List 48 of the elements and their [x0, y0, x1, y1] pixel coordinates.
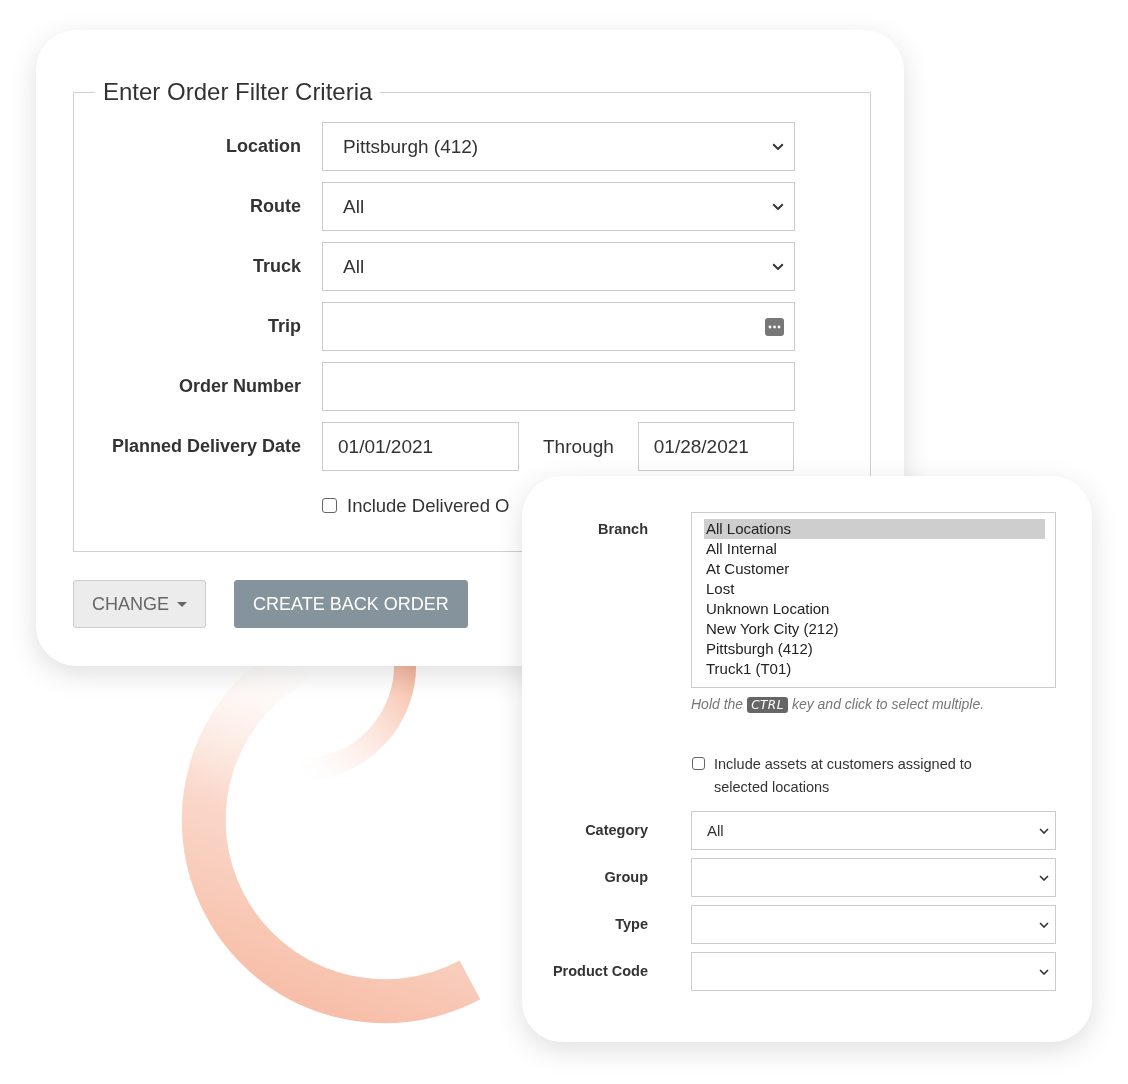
fieldset-legend: Enter Order Filter Criteria [95, 78, 381, 106]
field-label: Route [249, 196, 301, 217]
branch-listbox[interactable]: All Locations All Internal At Customer Lost Unknown Location New York City (212) Pittsburgh (412) Truck1 (T01) [691, 512, 1056, 688]
list-option[interactable]: At Customer [704, 559, 1045, 579]
chevron-down-icon [772, 262, 784, 271]
dropdown-field[interactable]: All [322, 242, 795, 291]
list-option[interactable]: All Locations [704, 519, 1045, 539]
field-label: Truck [251, 256, 301, 277]
input-field[interactable] [322, 362, 795, 411]
dropdown-field[interactable]: All [691, 811, 1056, 850]
list-option[interactable]: New York City (212) [704, 619, 1045, 639]
list-option[interactable]: Unknown Location [704, 599, 1045, 619]
dropdown-field[interactable] [691, 905, 1056, 944]
field-label: Planned Delivery Date [110, 436, 301, 457]
checkbox-label: Include Delivered O [347, 494, 510, 517]
field-label: Group [603, 868, 648, 887]
checkbox-label: Include assets at customers assigned to selected locations [714, 755, 973, 797]
help-text: Hold the CTRL key and click to select multiple. [691, 696, 986, 713]
chevron-down-icon [772, 142, 784, 151]
chevron-down-icon [1039, 874, 1049, 881]
field-label: Product Code [551, 962, 648, 981]
caret-icon [177, 601, 187, 607]
chevron-down-icon [1039, 827, 1049, 834]
lookup-field[interactable] [322, 302, 795, 351]
chevron-down-icon [772, 202, 784, 211]
dropdown-field[interactable]: Pittsburgh (412) [322, 122, 795, 171]
range-label: Through [543, 435, 614, 458]
list-option[interactable]: All Internal [704, 539, 1045, 559]
checkbox[interactable] [692, 757, 705, 770]
dropdown-field[interactable]: All [322, 182, 795, 231]
field-label: Branch [597, 520, 648, 539]
date-field[interactable]: 01/28/2021 [637, 422, 794, 471]
list-option[interactable]: Pittsburgh (412) [704, 639, 1045, 659]
field-label: Trip [267, 316, 301, 337]
field-label: Category [584, 821, 648, 840]
more-icon[interactable] [765, 317, 784, 336]
list-option[interactable]: Truck1 (T01) [704, 659, 1045, 679]
dropdown-field[interactable] [691, 858, 1056, 897]
dropdown-field[interactable] [691, 952, 1056, 991]
change-dropdown-button[interactable]: CHANGE [73, 580, 206, 628]
field-label: Location [225, 136, 301, 157]
chevron-down-icon [1039, 968, 1049, 975]
field-label: Type [614, 915, 648, 934]
list-option[interactable]: Lost [704, 579, 1045, 599]
chevron-down-icon [1039, 921, 1049, 928]
checkbox[interactable] [322, 498, 337, 513]
field-label: Order Number [177, 376, 301, 397]
date-field[interactable]: 01/01/2021 [322, 422, 519, 471]
